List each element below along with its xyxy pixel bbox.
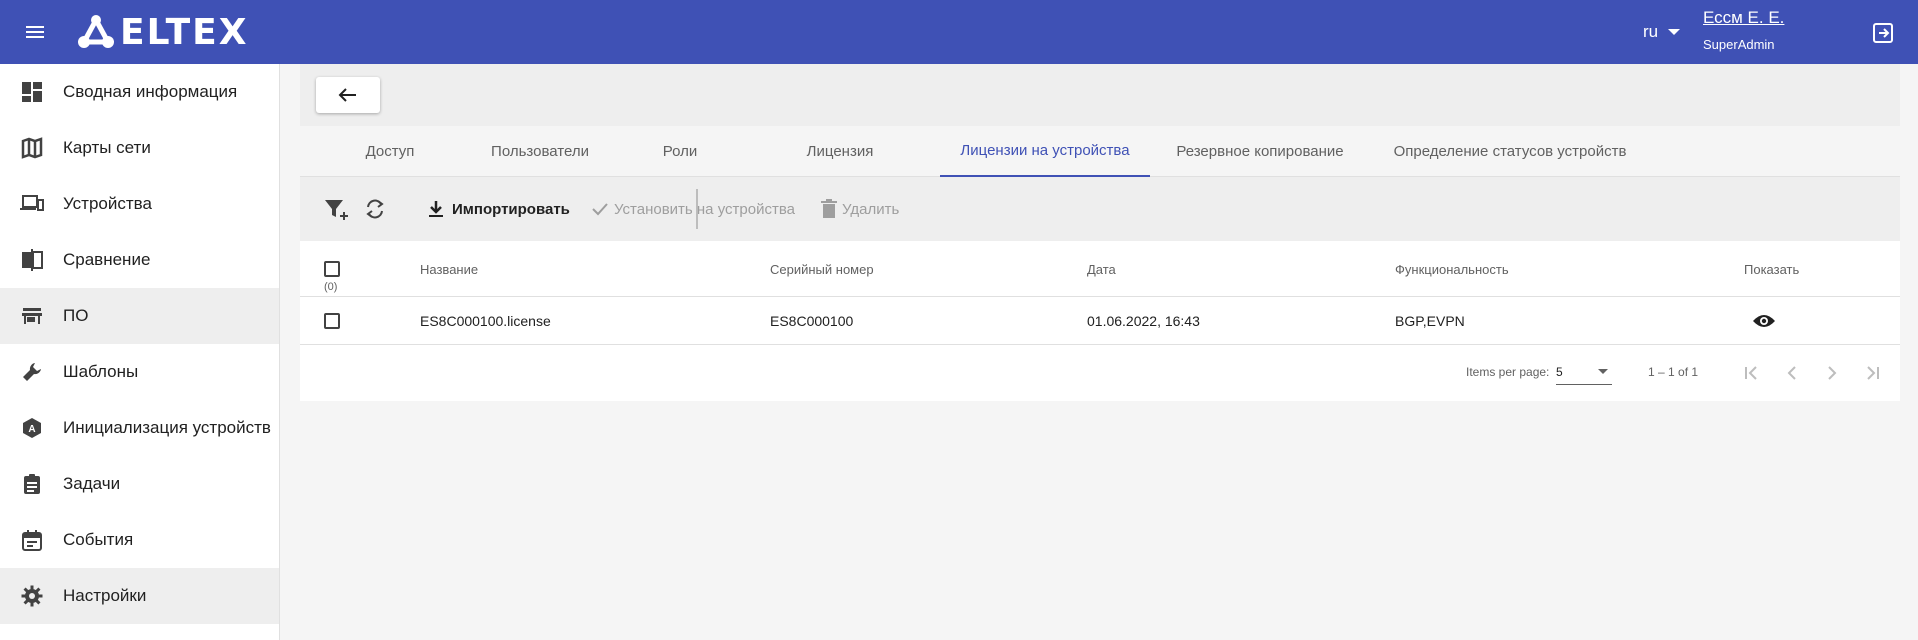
language-select[interactable]: ru — [1643, 22, 1681, 42]
sidebar-item-label: Устройства — [63, 194, 152, 213]
sidebar-item-events[interactable]: События — [0, 512, 279, 568]
install-label: Установить на устройства — [614, 200, 795, 218]
eltex-logo: ELTEX — [76, 11, 249, 53]
map-icon — [20, 136, 44, 160]
license-toolbar: Импортировать Установить на устройства У… — [300, 177, 1900, 241]
tab-users[interactable]: Пользователи — [480, 126, 600, 177]
page-top-bar — [300, 64, 1900, 126]
licenses-table: (0) Название Серийный номер Дата Функцио… — [300, 241, 1900, 401]
select-all-checkbox[interactable] — [324, 261, 340, 277]
chevron-down-icon — [1668, 29, 1681, 35]
tab-backup[interactable]: Резервное копирование — [1160, 126, 1360, 177]
page-range-label: 1 – 1 of 1 — [1648, 365, 1699, 379]
refresh-icon[interactable] — [364, 177, 392, 241]
settings-tabs: Доступ Пользователи Роли Лицензия Лиценз… — [300, 126, 1900, 177]
menu-icon[interactable] — [22, 20, 48, 44]
sidebar-item-label: Задачи — [63, 474, 121, 493]
devices-icon — [20, 192, 44, 216]
row-checkbox[interactable] — [324, 313, 340, 329]
items-per-page-select[interactable]: 5 — [1556, 359, 1612, 385]
back-button[interactable] — [316, 77, 380, 113]
user-role: SuperAdmin — [1703, 37, 1775, 52]
check-icon — [592, 203, 608, 216]
sidebar-item-label: Инициализация устройств — [63, 418, 271, 437]
logo-text: ELTEX — [120, 11, 249, 53]
sidebar-item-label: Сводная информация — [63, 82, 238, 101]
next-page-icon[interactable] — [1820, 361, 1844, 385]
chevron-down-icon — [1598, 369, 1608, 374]
tab-license[interactable]: Лицензия — [790, 126, 890, 177]
previous-page-icon[interactable] — [1780, 361, 1804, 385]
sidebar-item-software[interactable]: ПО — [0, 288, 279, 344]
column-header-name[interactable]: Название — [420, 241, 478, 297]
sidebar-item-label: ПО — [63, 306, 89, 325]
column-header-functionality[interactable]: Функциональность — [1395, 241, 1509, 297]
assignment-icon — [20, 472, 44, 496]
column-header-date[interactable]: Дата — [1087, 241, 1116, 297]
tab-device-status[interactable]: Определение статусов устройств — [1380, 126, 1640, 177]
logout-icon[interactable] — [1872, 22, 1894, 44]
sidebar-item-devices[interactable]: Устройства — [0, 176, 279, 232]
delete-label: Удалить — [842, 200, 900, 218]
store-icon — [20, 304, 44, 328]
compare-icon — [20, 248, 44, 272]
sidebar-item-summary[interactable]: Сводная информация — [0, 64, 279, 120]
sidebar-item-label: Сравнение — [63, 250, 151, 269]
items-per-page-label: Items per page: — [1466, 365, 1550, 379]
delete-button[interactable]: Удалить — [820, 177, 899, 241]
language-value: ru — [1643, 22, 1659, 41]
column-header-show: Показать — [1744, 261, 1800, 277]
paginator: Items per page: 5 1 – 1 of 1 — [300, 345, 1900, 401]
sidebar-item-templates[interactable]: Шаблоны — [0, 344, 279, 400]
cell-name: ES8C000100.license — [420, 313, 551, 329]
user-name-link[interactable]: Ессм Е. Е. — [1703, 8, 1784, 28]
logo-mark-icon — [78, 15, 114, 48]
sidebar-item-label: Настройки — [63, 586, 147, 605]
sidebar-item-device-init[interactable]: A Инициализация устройств — [0, 400, 279, 456]
sidebar-item-label: Карты сети — [63, 138, 151, 157]
adb-icon: A — [20, 416, 44, 440]
delete-icon — [821, 199, 837, 218]
dashboard-icon — [20, 80, 44, 104]
row-checkbox-cell — [324, 297, 340, 345]
download-icon — [429, 201, 443, 217]
tab-roles[interactable]: Роли — [640, 126, 720, 177]
wrench-icon — [20, 360, 44, 384]
import-label: Импортировать — [452, 200, 570, 218]
import-button[interactable]: Импортировать — [426, 177, 570, 241]
table-header-row: (0) Название Серийный номер Дата Функцио… — [300, 241, 1900, 297]
cell-date: 01.06.2022, 16:43 — [1087, 313, 1200, 329]
cell-functionality: BGP,EVPN — [1395, 313, 1465, 329]
items-per-page-value: 5 — [1556, 364, 1563, 379]
install-on-devices-button[interactable]: Установить на устройства — [590, 177, 795, 241]
column-header-serial[interactable]: Серийный номер — [770, 241, 874, 297]
tab-access[interactable]: Доступ — [340, 126, 440, 177]
sidebar-item-tasks[interactable]: Задачи — [0, 456, 279, 512]
gear-icon — [20, 584, 44, 608]
sidebar-item-label: События — [63, 530, 134, 549]
tab-device-licenses[interactable]: Лицензии на устройства — [940, 126, 1150, 177]
selected-count: (0) — [324, 281, 338, 293]
cell-serial: ES8C000100 — [770, 313, 854, 329]
app-header: ELTEX ru Ессм Е. Е. SuperAdmin — [0, 0, 1918, 64]
sidebar-item-compare[interactable]: Сравнение — [0, 232, 279, 288]
view-icon[interactable] — [1752, 297, 1776, 345]
event-icon — [20, 528, 44, 552]
table-row: ES8C000100.license ES8C000100 01.06.2022… — [300, 297, 1900, 345]
arrow-back-icon — [338, 88, 356, 102]
svg-text:A: A — [28, 424, 35, 435]
last-page-icon[interactable] — [1860, 361, 1884, 385]
sidebar-item-network-maps[interactable]: Карты сети — [0, 120, 279, 176]
sidebar: Сводная информация Карты сети Устройства… — [0, 64, 280, 640]
sidebar-item-settings[interactable]: Настройки — [0, 568, 279, 624]
filter-add-icon[interactable] — [324, 177, 352, 241]
sidebar-item-label: Шаблоны — [63, 362, 139, 381]
first-page-icon[interactable] — [1740, 361, 1764, 385]
